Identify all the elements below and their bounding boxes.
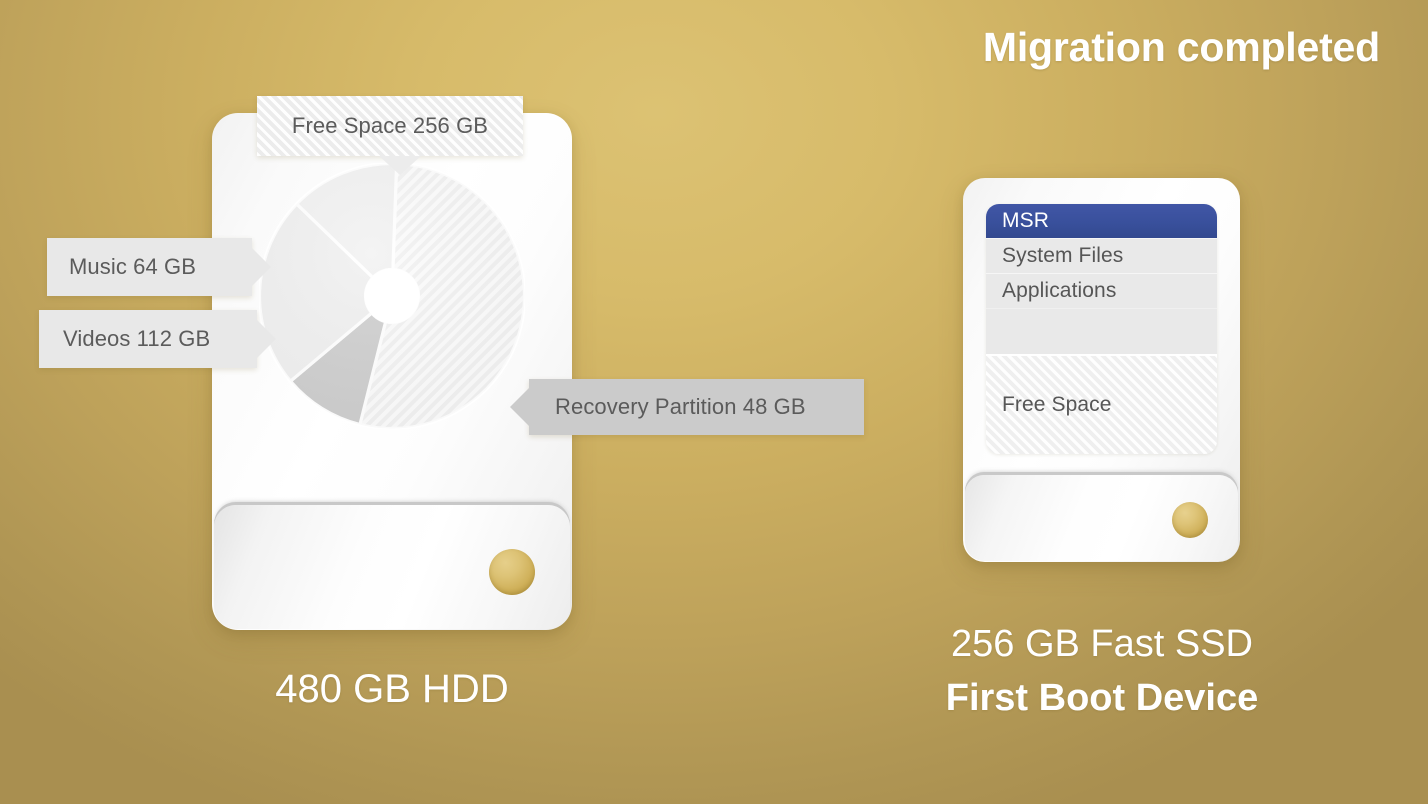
callout-tail-left-icon <box>510 388 529 426</box>
ssd-partition-applications[interactable]: Applications <box>986 273 1217 308</box>
source-drive-caption: 480 GB HDD <box>275 667 509 711</box>
callout-videos-label: Videos 112 GB <box>63 326 211 351</box>
ssd-partition-system-files[interactable]: System Files <box>986 238 1217 273</box>
infographic-canvas: Migration completed Free Space 256 GBRec… <box>0 0 1428 804</box>
ssd-partition-label: Free Space <box>1002 393 1112 416</box>
ssd-partition-label: Applications <box>1002 279 1117 302</box>
callout-recovery-partition-label: Recovery Partition 48 GB <box>555 394 806 419</box>
callout-tail-right-icon <box>252 248 271 286</box>
callout-tail-down-icon <box>379 156 421 175</box>
ssd-partition-label: MSR <box>1002 209 1049 232</box>
ssd-activity-led-icon <box>1172 502 1208 538</box>
callout-recovery-partition[interactable]: Recovery Partition 48 GB <box>510 379 864 435</box>
hdd-usage-pie-chart: Free Space 256 GBRecovery Partition 48 G… <box>259 163 525 429</box>
callout-tail-right-icon <box>257 320 276 358</box>
ssd-partition-stack: MSR System Files Applications Free Space <box>986 204 1217 454</box>
target-drive-boot-label: First Boot Device <box>945 676 1259 719</box>
callout-music[interactable]: Music 64 GB <box>47 238 271 296</box>
target-drive-caption: 256 GB Fast SSD First Boot Device <box>900 618 1304 726</box>
ssd-partition-msr[interactable]: MSR <box>986 204 1217 238</box>
target-drive-capacity-label: 256 GB Fast SSD <box>950 623 1253 665</box>
ssd-partition-unallocated[interactable] <box>986 308 1217 354</box>
callout-free-space[interactable]: Free Space 256 GB <box>257 96 523 175</box>
callout-music-label: Music 64 GB <box>69 254 197 279</box>
ssd-partition-label: System Files <box>1002 244 1124 267</box>
page-title: Migration completed <box>982 24 1380 70</box>
hdd-activity-led-icon <box>489 549 535 595</box>
callout-free-space-label: Free Space 256 GB <box>291 113 489 138</box>
callout-videos[interactable]: Videos 112 GB <box>39 310 276 368</box>
pie-center-hole <box>364 268 420 324</box>
ssd-partition-free-space[interactable]: Free Space <box>986 354 1217 454</box>
